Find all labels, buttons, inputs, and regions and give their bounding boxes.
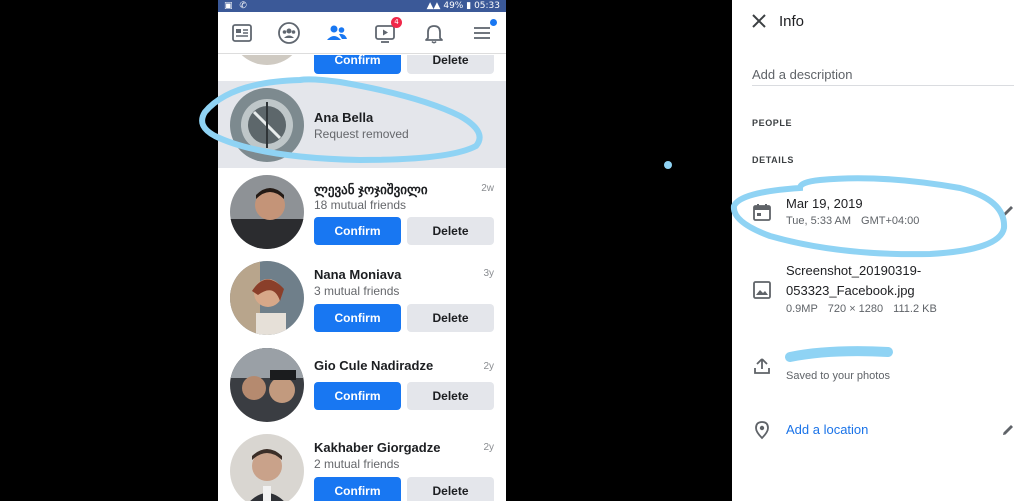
avatar[interactable] [230, 348, 304, 422]
watch-badge: 4 [391, 17, 402, 28]
backup-status: Saved to your photos [786, 370, 890, 382]
calendar-icon [752, 202, 772, 222]
menu-dot-badge [490, 19, 497, 26]
close-icon[interactable] [750, 12, 768, 30]
friend-request-row: Kakhaber Giorgadze 2 mutual friends 2y C… [218, 429, 506, 501]
friend-request-row-removed[interactable]: Ana Bella Request removed [218, 81, 506, 168]
menu-icon[interactable] [470, 19, 497, 45]
request-age: 2w [481, 183, 494, 194]
file-properties: 0.9MP 720 × 1280 111.2 KB [786, 303, 937, 315]
details-heading: DETAILS [752, 155, 795, 165]
file-size: 111.2 KB [893, 303, 937, 315]
groups-icon[interactable] [277, 21, 301, 45]
confirm-button[interactable]: Confirm [314, 217, 401, 245]
file-name-line2: 053323_Facebook.jpg [786, 283, 915, 298]
signal-icon: ▲▲ [426, 1, 444, 11]
image-dimensions: 720 × 1280 [827, 303, 884, 315]
top-nav-bar: 4 [218, 12, 506, 54]
photo-info-panel: Info Add a description PEOPLE DETAILS Ma… [732, 0, 1024, 501]
mutual-friends-count: 2 mutual friends [314, 457, 400, 471]
image-icon [752, 280, 772, 300]
friend-request-row: Confirm Delete [218, 55, 506, 82]
avatar[interactable] [230, 261, 304, 335]
request-age: 2y [483, 361, 494, 372]
mutual-friends-count: 3 mutual friends [314, 284, 400, 298]
friend-request-row: Nana Moniava 3 mutual friends 3y Confirm… [218, 255, 506, 342]
stray-dot [664, 161, 672, 169]
request-status: Request removed [314, 127, 409, 141]
status-right: ▲▲ 49% ▮ 05:33 [427, 0, 500, 12]
delete-button[interactable]: Delete [407, 382, 494, 410]
mutual-friends-count: 18 mutual friends [314, 198, 407, 212]
time-taken: Tue, 5:33 AM GMT+04:00 [786, 215, 919, 227]
delete-button[interactable]: Delete [407, 55, 494, 74]
screenshot-stage: ▣ ✆ ▲▲ 49% ▮ 05:33 4 Confirm Delete Ana … [0, 0, 1024, 501]
friends-icon[interactable] [325, 21, 349, 45]
status-icons-left: ▣ ✆ [224, 1, 249, 11]
request-age: 3y [483, 268, 494, 279]
friend-request-row: Gio Cule Nadiradze 2y Confirm Delete [218, 342, 506, 429]
news-feed-icon[interactable] [230, 21, 254, 45]
people-heading: PEOPLE [752, 118, 793, 128]
notifications-icon[interactable] [422, 21, 446, 45]
status-bar: ▣ ✆ ▲▲ 49% ▮ 05:33 [218, 0, 506, 12]
requester-name[interactable]: Ana Bella [314, 110, 373, 125]
requester-name[interactable]: ლევან ჯოჯიშვილი [314, 182, 428, 198]
description-input[interactable]: Add a description [752, 60, 1014, 86]
avatar[interactable] [230, 434, 304, 501]
edit-date-icon[interactable] [1000, 203, 1016, 219]
request-age: 2y [483, 442, 494, 453]
facebook-app-screen: ▣ ✆ ▲▲ 49% ▮ 05:33 4 Confirm Delete Ana … [218, 0, 506, 501]
file-name-line1: Screenshot_20190319- [786, 263, 922, 278]
day-time: Tue, 5:33 AM [786, 215, 852, 227]
avatar[interactable] [230, 175, 304, 249]
confirm-button[interactable]: Confirm [314, 382, 401, 410]
confirm-button[interactable]: Confirm [314, 477, 401, 501]
date-taken[interactable]: Mar 19, 2019 [786, 196, 863, 211]
clock: 05:33 [474, 1, 500, 11]
requester-name[interactable]: Gio Cule Nadiradze [314, 358, 433, 373]
confirm-button[interactable]: Confirm [314, 304, 401, 332]
requester-name[interactable]: Kakhaber Giorgadze [314, 440, 440, 455]
upload-icon [752, 356, 772, 376]
location-pin-icon [752, 420, 772, 440]
avatar[interactable] [230, 55, 304, 65]
friend-requests-list: Confirm Delete Ana Bella Request removed… [218, 55, 506, 501]
requester-name[interactable]: Nana Moniava [314, 267, 401, 282]
timezone: GMT+04:00 [861, 215, 920, 227]
delete-button[interactable]: Delete [407, 477, 494, 501]
panel-title: Info [779, 13, 805, 30]
battery-icon: ▮ [466, 1, 475, 11]
delete-button[interactable]: Delete [407, 217, 494, 245]
confirm-button[interactable]: Confirm [314, 55, 401, 74]
watch-icon[interactable]: 4 [373, 17, 402, 45]
avatar[interactable] [230, 88, 304, 162]
friend-request-row: ლევან ჯოჯიშვილი 18 mutual friends 2w Con… [218, 168, 506, 255]
megapixels: 0.9MP [786, 303, 818, 315]
delete-button[interactable]: Delete [407, 304, 494, 332]
battery-level: 49% [443, 1, 464, 11]
add-location-link[interactable]: Add a location [786, 422, 868, 437]
edit-location-icon[interactable] [1000, 422, 1016, 438]
